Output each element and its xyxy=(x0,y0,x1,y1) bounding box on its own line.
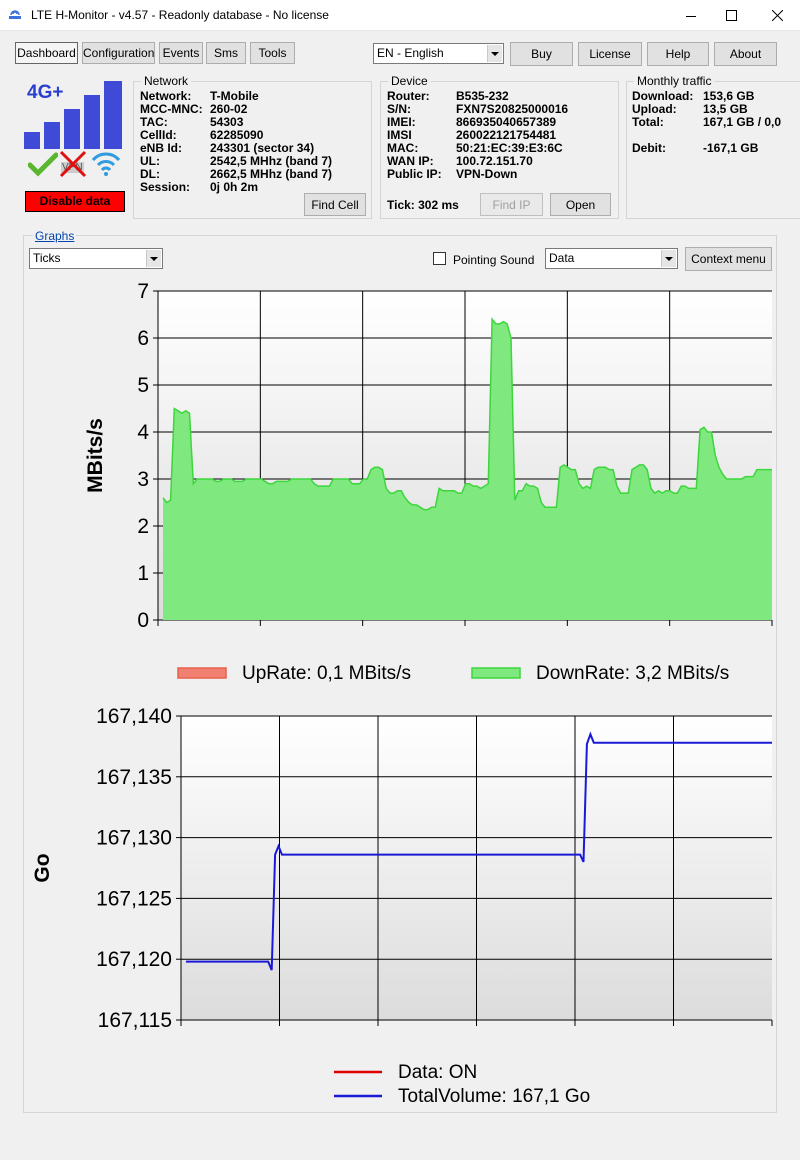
graphs-group xyxy=(23,235,777,1113)
tab-configuration[interactable]: Configuration xyxy=(82,42,155,64)
title-bar: LTE H-Monitor - v4.57 - Readonly databas… xyxy=(0,0,800,31)
pointing-sound-checkbox[interactable] xyxy=(433,252,446,265)
tab-sms[interactable]: Sms xyxy=(206,42,246,64)
about-button[interactable]: About xyxy=(714,42,777,66)
window-title: LTE H-Monitor - v4.57 - Readonly databas… xyxy=(31,8,329,22)
cross-icon xyxy=(59,150,87,178)
network-value: 0j 0h 2m xyxy=(210,180,259,194)
language-value: EN - English xyxy=(377,46,444,60)
close-icon xyxy=(771,10,783,21)
help-button[interactable]: Help xyxy=(647,42,709,66)
check-icon xyxy=(28,152,58,177)
device-value: VPN-Down xyxy=(456,167,518,181)
chevron-down-icon xyxy=(661,250,676,267)
signal-widget: 4G+ VPN xyxy=(22,78,128,186)
traffic-value: -167,1 GB xyxy=(703,141,759,155)
data-value: Data xyxy=(549,251,575,265)
data-select[interactable]: Data xyxy=(545,248,678,269)
network-key: Session: xyxy=(140,180,191,194)
context-menu-button[interactable]: Context menu xyxy=(685,247,772,271)
disable-data-button[interactable]: Disable data xyxy=(25,191,125,212)
traffic-key: Total: xyxy=(632,115,664,129)
wifi-icon xyxy=(91,152,121,176)
chevron-down-icon xyxy=(146,250,161,267)
traffic-key: Debit: xyxy=(632,141,666,155)
maximize-icon xyxy=(725,10,737,21)
close-button[interactable] xyxy=(754,0,800,31)
find-ip-button[interactable]: Find IP xyxy=(480,193,543,216)
pointing-sound-label: Pointing Sound xyxy=(453,253,535,267)
license-button[interactable]: License xyxy=(578,42,642,66)
language-select[interactable]: EN - English xyxy=(373,43,504,64)
traffic-value: 167,1 GB / 0,0 xyxy=(703,115,782,129)
graphs-link[interactable]: Graphs xyxy=(33,229,77,243)
tab-tools[interactable]: Tools xyxy=(250,42,295,64)
ticks-value: Ticks xyxy=(33,251,61,265)
tab-events[interactable]: Events xyxy=(159,42,203,64)
buy-button[interactable]: Buy xyxy=(510,42,573,66)
minimize-icon xyxy=(686,15,696,17)
network-group-title: Network xyxy=(141,74,192,88)
open-button[interactable]: Open xyxy=(550,193,611,216)
tick-label: Tick: 302 ms xyxy=(387,198,459,212)
chevron-down-icon xyxy=(487,45,502,62)
maximize-button[interactable] xyxy=(708,0,754,31)
find-cell-button[interactable]: Find Cell xyxy=(304,193,366,216)
device-key: Public IP: xyxy=(387,167,442,181)
ticks-select[interactable]: Ticks xyxy=(29,248,163,269)
device-group-title: Device xyxy=(388,74,431,88)
tab-dashboard[interactable]: Dashboard xyxy=(15,42,78,64)
app-icon xyxy=(9,10,21,19)
vpn-status-icon: VPN xyxy=(58,150,88,178)
traffic-group-title: Monthly traffic xyxy=(634,74,715,88)
